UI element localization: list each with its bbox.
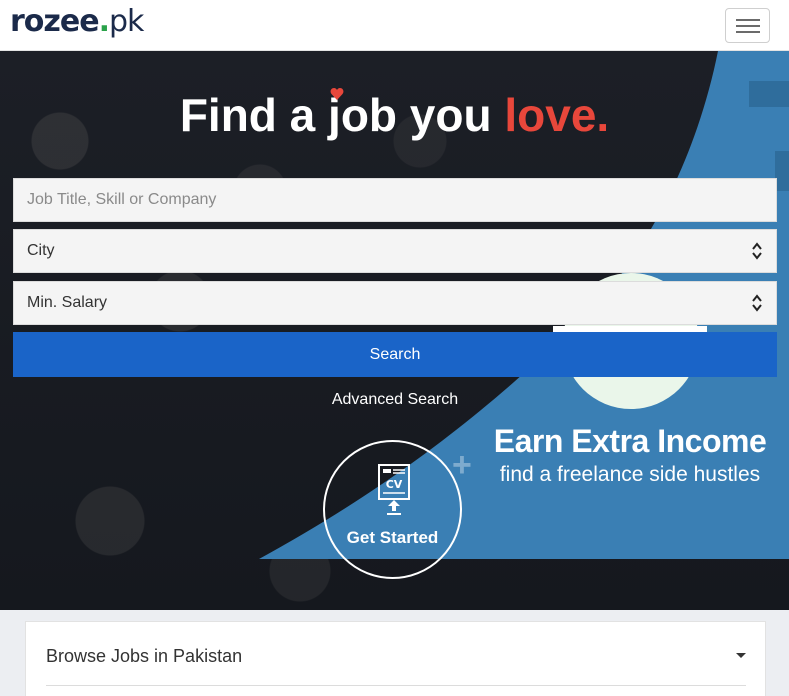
top-navbar: rozee.pk: [0, 0, 789, 51]
advanced-search-link[interactable]: Advanced Search: [295, 391, 495, 409]
get-started-cv-button[interactable]: CV Get Started: [323, 440, 462, 579]
rozee-logo[interactable]: rozee.pk: [10, 4, 144, 44]
salary-select-value: Min. Salary: [27, 294, 108, 311]
search-button[interactable]: Search: [13, 332, 777, 377]
keyword-search-input[interactable]: Job Title, Skill or Company: [13, 178, 777, 222]
hero-headline: Find a job you love.: [179, 89, 610, 141]
city-select[interactable]: City: [13, 229, 777, 273]
hamburger-icon: [736, 19, 760, 21]
hamburger-icon-bar: [736, 31, 760, 33]
cv-upload-icon: CV: [378, 464, 410, 515]
caret-down-icon[interactable]: [736, 653, 746, 658]
promo-headline[interactable]: Earn Extra Income: [470, 423, 789, 460]
cv-icon-text: CV: [386, 478, 403, 491]
get-started-label: Get Started: [346, 528, 439, 547]
divider: [46, 685, 746, 686]
promo-subline[interactable]: find a freelance side hustles: [470, 463, 789, 487]
hamburger-icon-bar: [736, 25, 760, 27]
city-select-value: City: [27, 242, 55, 259]
heart-icon: [330, 88, 344, 100]
select-arrows-icon: [752, 242, 762, 260]
hero-banner: Find a job you love. Job Title, Skill or…: [0, 51, 789, 610]
hamburger-menu-button[interactable]: [725, 8, 770, 43]
select-arrows-icon: [752, 294, 762, 312]
browse-jobs-title: Browse Jobs in Pakistan: [46, 646, 243, 666]
min-salary-select[interactable]: Min. Salary: [13, 281, 777, 325]
browse-jobs-panel[interactable]: Browse Jobs in Pakistan: [25, 621, 766, 696]
